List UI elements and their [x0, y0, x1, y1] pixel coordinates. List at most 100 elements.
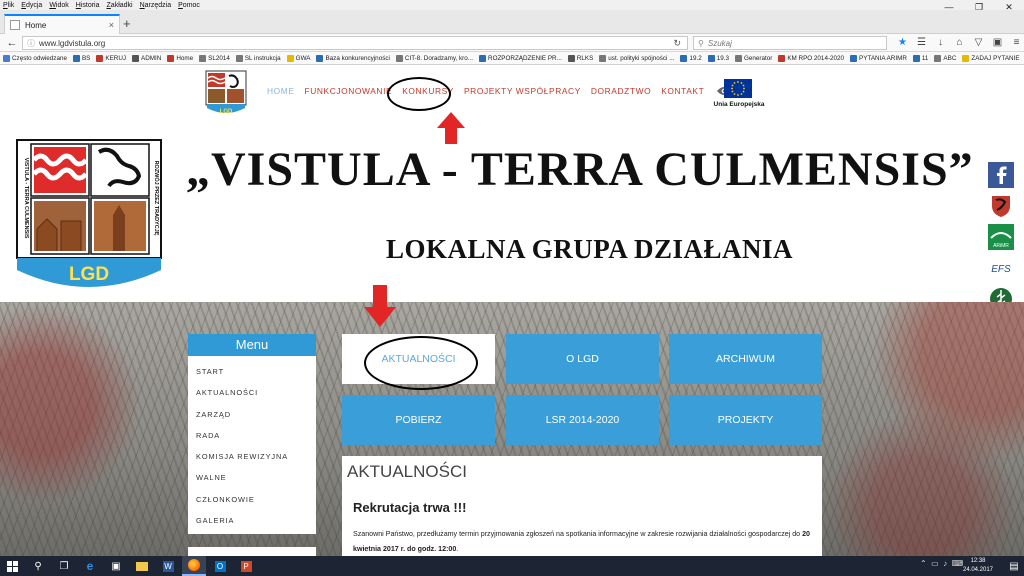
bookmark-item[interactable]: BS — [72, 54, 91, 62]
bookmark-favicon-icon — [707, 54, 715, 62]
bookmark-label: Baza konkurencyjności — [325, 54, 390, 62]
news-text-end: . — [456, 545, 459, 553]
news-section-title: AKTUALNOŚCI — [347, 462, 467, 481]
menu-item-aktualnosci[interactable]: AKTUALNOŚCI — [188, 382, 316, 403]
tab-bar: Home × + — [0, 10, 1024, 34]
navigation-bar: ← ⓘ www.lgdvistula.org ↻ ⚲ ★ ☰ ↓ ⌂ ▽ ▣ ≡ — [0, 34, 1024, 52]
word-icon[interactable]: W — [156, 556, 180, 576]
tile-lsr-2014-2020[interactable]: LSR 2014-2020 — [506, 395, 659, 445]
highlight-circle-aktualnosci — [364, 336, 478, 390]
eu-flag-icon — [724, 79, 752, 98]
extension-icon[interactable]: ▣ — [988, 36, 1007, 50]
bookmark-item[interactable]: KM RPO 2014-2020 — [778, 54, 844, 62]
library-icon[interactable]: ☰ — [912, 36, 931, 50]
bookmark-item[interactable]: 11 — [912, 54, 928, 62]
menu-item-start[interactable]: START — [188, 361, 316, 382]
bookmark-label: PYTANIA ARIMR — [859, 54, 907, 62]
menu-item-zarzad[interactable]: ZARZĄD — [188, 404, 316, 425]
nav-doradztwo[interactable]: DORADZTWO — [591, 86, 651, 96]
menu-historia[interactable]: Historia — [76, 2, 100, 9]
back-icon[interactable]: ← — [5, 36, 19, 50]
notifications-icon[interactable]: ▤ — [1004, 556, 1024, 576]
news-section: AKTUALNOŚCI Rekrutacja trwa !!! Szanowni… — [342, 456, 822, 556]
toolbar-icons: ★ ☰ ↓ ⌂ ▽ ▣ ≡ — [893, 36, 1024, 50]
menu-item-rada[interactable]: RADA — [188, 425, 316, 446]
bookmark-item[interactable]: 19.3 — [707, 54, 729, 62]
bookmark-item[interactable]: 19.2 — [680, 54, 702, 62]
news-title[interactable]: Rekrutacja trwa !!! — [353, 500, 817, 515]
tile-projekty[interactable]: PROJEKTY — [669, 395, 822, 445]
bookmark-item[interactable]: ust. polityki spójności ... — [599, 54, 674, 62]
menu-item-komisja-rewizyjna[interactable]: KOMISJA REWIZYJNA — [188, 446, 316, 467]
reload-icon[interactable]: ↻ — [673, 38, 681, 49]
firefox-icon[interactable] — [182, 556, 206, 576]
menu-plik[interactable]: Plik — [3, 2, 14, 9]
tab-home[interactable]: Home × — [4, 14, 120, 34]
store-icon[interactable]: ▣ — [104, 556, 128, 576]
bookmark-favicon-icon — [567, 54, 575, 62]
search-bar[interactable]: ⚲ — [693, 36, 887, 50]
bookmark-label: BS — [81, 54, 91, 62]
home-icon[interactable]: ⌂ — [950, 36, 969, 50]
bookmark-label: SL2014 — [208, 54, 230, 62]
bookmark-item[interactable]: ROZPORZĄDZENIE PR... — [479, 54, 562, 62]
small-lgd-logo[interactable]: LGD — [205, 70, 247, 116]
menu-pomoc[interactable]: Pomoc — [178, 2, 200, 9]
tile-o-lgd[interactable]: O LGD — [506, 334, 659, 384]
download-icon[interactable]: ↓ — [931, 36, 950, 50]
pocket-icon[interactable]: ▽ — [969, 36, 988, 50]
bookmark-item[interactable]: ABC — [934, 54, 956, 62]
search-input[interactable] — [707, 38, 868, 48]
bookmark-item[interactable]: Często odwiedzane — [3, 54, 67, 62]
bookmark-favicon-icon — [778, 54, 786, 62]
search-icon[interactable]: ⚲ — [26, 556, 50, 576]
edge-icon[interactable]: e — [78, 556, 102, 576]
bookmark-star-icon[interactable]: ★ — [893, 36, 912, 50]
menu-narzedzia[interactable]: Narzędzia — [140, 2, 172, 9]
kujawsko-pomorskie-crest-icon[interactable] — [988, 193, 1014, 219]
facebook-icon[interactable] — [988, 162, 1014, 188]
menu-zakladki[interactable]: Zakładki — [107, 2, 133, 9]
clock-date: 24.04.2017 — [962, 567, 994, 573]
logo-side-text-left: VISTULA - TERRA CULMENSIS — [23, 158, 29, 239]
task-view-icon[interactable]: ❐ — [52, 556, 76, 576]
arimr-icon[interactable]: ARiMR — [988, 224, 1014, 250]
address-bar[interactable]: ⓘ www.lgdvistula.org ↻ — [22, 36, 688, 50]
bookmark-item[interactable]: KERUJ — [96, 54, 126, 62]
tab-close-icon[interactable]: × — [109, 20, 114, 30]
start-icon[interactable] — [0, 556, 24, 576]
bookmark-item[interactable]: CIT-8. Doradzamy, kro... — [395, 54, 473, 62]
menu-item-galeria[interactable]: GALERIA — [188, 510, 316, 531]
bookmark-item[interactable]: RLKS — [567, 54, 593, 62]
bookmark-item[interactable]: Home — [167, 54, 193, 62]
menu-edycja[interactable]: Edycja — [21, 2, 42, 9]
taskbar-clock[interactable]: 12:38 24.04.2017 — [958, 557, 998, 575]
efs-icon[interactable]: EFS — [988, 255, 1014, 281]
outlook-icon[interactable]: O — [208, 556, 232, 576]
menu-icon[interactable]: ≡ — [1007, 36, 1024, 50]
site-info-icon[interactable]: ⓘ — [27, 38, 35, 49]
bookmark-item[interactable]: Baza konkurencyjności — [316, 54, 390, 62]
menu-item-czlonkowie[interactable]: CZŁONKOWIE — [188, 489, 316, 510]
bookmark-item[interactable]: PYTANIA ARIMR — [850, 54, 907, 62]
powerpoint-icon[interactable]: P — [234, 556, 258, 576]
url-text[interactable]: www.lgdvistula.org — [39, 39, 673, 48]
file-explorer-icon[interactable] — [130, 556, 154, 576]
bookmark-item[interactable]: SL instrukcja — [235, 54, 281, 62]
bookmark-item[interactable]: SL2014 — [199, 54, 230, 62]
bookmark-favicon-icon — [286, 54, 294, 62]
tile-pobierz[interactable]: POBIERZ — [342, 395, 495, 445]
system-tray-icons[interactable]: ⌃ ▭ ♪ ⌨ — [920, 559, 963, 568]
menu-widok[interactable]: Widok — [49, 2, 68, 9]
menu-item-walne[interactable]: WALNE — [188, 467, 316, 488]
nav-kontakt[interactable]: KONTAKT — [661, 86, 704, 96]
nav-home[interactable]: HOME — [267, 86, 295, 96]
new-tab-button[interactable]: + — [123, 16, 131, 31]
bookmark-item[interactable]: GWA — [286, 54, 310, 62]
bookmark-item[interactable]: ADMIN — [132, 54, 161, 62]
nav-projekty-wspolpracy[interactable]: PROJEKTY WSPÓŁPRACY — [464, 86, 581, 96]
nav-funkcjonowanie[interactable]: FUNKCJONOWANIE — [305, 86, 393, 96]
bookmark-item[interactable]: ZADAJ PYTANIE — [962, 54, 1020, 62]
tile-archiwum[interactable]: ARCHIWUM — [669, 334, 822, 384]
bookmark-item[interactable]: Generator — [734, 54, 772, 62]
